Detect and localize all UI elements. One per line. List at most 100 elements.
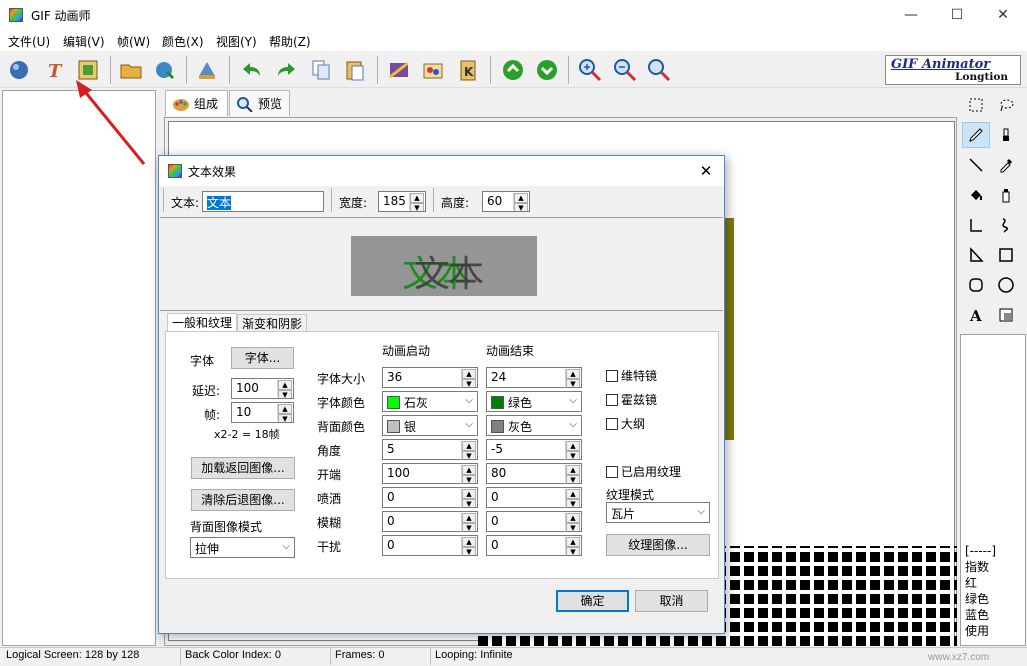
rectangle-icon[interactable] bbox=[992, 242, 1020, 268]
end-value-stepper[interactable]: 24 ▲ ▼ bbox=[486, 367, 582, 388]
curve-icon[interactable] bbox=[992, 212, 1020, 238]
menu-file[interactable]: 文件(U) bbox=[8, 33, 50, 50]
menu-color[interactable]: 颜色(X) bbox=[162, 33, 204, 50]
stamp-icon[interactable] bbox=[418, 55, 448, 85]
copy-icon[interactable] bbox=[306, 55, 336, 85]
menu-view[interactable]: 视图(Y) bbox=[216, 33, 257, 50]
outline-label: 大纲 bbox=[621, 417, 646, 431]
menu-help[interactable]: 帮助(Z) bbox=[269, 33, 311, 50]
load-icon[interactable] bbox=[150, 55, 180, 85]
chevron-down-icon: ⌵ bbox=[697, 506, 705, 517]
spray-icon[interactable] bbox=[992, 182, 1020, 208]
fill-icon[interactable] bbox=[962, 182, 990, 208]
paste-icon[interactable] bbox=[340, 55, 370, 85]
spin-buttons[interactable]: ▲ ▼ bbox=[565, 441, 580, 459]
start-value-stepper[interactable]: 0 ▲ ▼ bbox=[382, 487, 478, 508]
height-stepper[interactable]: 60 ▲ ▼ bbox=[482, 191, 530, 212]
start-value-stepper[interactable]: 36 ▲ ▼ bbox=[382, 367, 478, 388]
undo-icon[interactable] bbox=[237, 55, 267, 85]
stamp-tool-icon[interactable] bbox=[992, 302, 1020, 328]
spin-buttons[interactable]: ▲ ▼ bbox=[461, 537, 476, 555]
tab-pane: 字体 字体... 延迟: 100 ▲ ▼ 帧: 10 ▲ ▼ x2-2 = 18帧 加载… bbox=[165, 331, 719, 579]
stepper-value: 0 bbox=[387, 538, 395, 552]
polyline-icon[interactable] bbox=[962, 212, 990, 238]
arrow-down-icon[interactable] bbox=[532, 55, 562, 85]
spin-buttons[interactable]: ▲ ▼ bbox=[461, 369, 476, 387]
end-color-select[interactable]: 绿色 ⌵ bbox=[486, 391, 582, 412]
frames-stepper[interactable]: 10 ▲ ▼ bbox=[231, 402, 294, 423]
text-input[interactable]: 文本 bbox=[202, 191, 324, 212]
ok-button[interactable]: 确定 bbox=[556, 590, 629, 612]
ellipse-icon[interactable] bbox=[992, 272, 1020, 298]
polygon-icon[interactable] bbox=[962, 242, 990, 268]
end-value-stepper[interactable]: 0 ▲ ▼ bbox=[486, 487, 582, 508]
outline-checkbox[interactable]: 大纲 bbox=[606, 415, 645, 432]
tab-preview[interactable]: 预览 bbox=[229, 90, 290, 116]
clear-back-image-button[interactable]: 清除后退图像... bbox=[191, 489, 295, 511]
spin-buttons[interactable]: ▲ ▼ bbox=[565, 369, 580, 387]
texture-enabled-checkbox[interactable]: 已启用纹理 bbox=[606, 463, 681, 480]
start-value-stepper[interactable]: 0 ▲ ▼ bbox=[382, 511, 478, 532]
pen-icon[interactable] bbox=[962, 122, 990, 148]
zoom-fit-icon[interactable] bbox=[644, 55, 674, 85]
brush-icon[interactable] bbox=[992, 122, 1020, 148]
text-effect-icon[interactable]: T bbox=[39, 55, 69, 85]
spin-buttons[interactable]: ▲ ▼ bbox=[565, 465, 580, 483]
delay-stepper[interactable]: 100 ▲ ▼ bbox=[231, 378, 294, 399]
end-value-stepper[interactable]: 0 ▲ ▼ bbox=[486, 511, 582, 532]
vertical-mirror-checkbox[interactable]: 维特镜 bbox=[606, 367, 657, 384]
spin-buttons[interactable]: ▲ ▼ bbox=[461, 465, 476, 483]
dialog-title: 文本效果 bbox=[188, 165, 237, 179]
spin-buttons[interactable]: ▲ ▼ bbox=[565, 489, 580, 507]
text-tool-icon[interactable]: A bbox=[962, 302, 990, 328]
tab-general-texture[interactable]: 一般和纹理 bbox=[167, 313, 238, 333]
tab-compose[interactable]: 组成 bbox=[165, 90, 228, 116]
texture-mode-select[interactable]: 瓦片 ⌵ bbox=[606, 502, 710, 523]
width-stepper[interactable]: 185 ▲ ▼ bbox=[378, 191, 426, 212]
spin-buttons[interactable]: ▲ ▼ bbox=[565, 537, 580, 555]
menu-edit[interactable]: 编辑(V) bbox=[63, 33, 105, 50]
end-value-stepper[interactable]: 80 ▲ ▼ bbox=[486, 463, 582, 484]
end-color-select[interactable]: 灰色 ⌵ bbox=[486, 415, 582, 436]
start-color-select[interactable]: 银 ⌵ bbox=[382, 415, 478, 436]
frames-value: 10 bbox=[236, 405, 252, 419]
arrow-up-icon[interactable] bbox=[498, 55, 528, 85]
spin-buttons[interactable]: ▲ ▼ bbox=[565, 513, 580, 531]
redo-icon[interactable] bbox=[271, 55, 301, 85]
maximize-button[interactable]: ☐ bbox=[934, 0, 980, 31]
texture-image-button[interactable]: 纹理图像... bbox=[606, 534, 710, 556]
clipboard-icon[interactable]: K bbox=[453, 55, 483, 85]
end-value-stepper[interactable]: 0 ▲ ▼ bbox=[486, 535, 582, 556]
line-icon[interactable] bbox=[962, 152, 990, 178]
close-button[interactable]: ✕ bbox=[980, 0, 1026, 31]
zoom-out-icon[interactable] bbox=[610, 55, 640, 85]
frames-panel[interactable] bbox=[2, 90, 156, 646]
spin-buttons[interactable]: ▲ ▼ bbox=[461, 441, 476, 459]
wizard-icon[interactable] bbox=[192, 55, 222, 85]
menu-frame[interactable]: 帧(W) bbox=[117, 33, 150, 50]
eyedropper-icon[interactable] bbox=[992, 152, 1020, 178]
spin-buttons[interactable]: ▲ ▼ bbox=[461, 489, 476, 507]
color-name: 绿色 bbox=[508, 396, 533, 410]
zoom-in-icon[interactable] bbox=[575, 55, 605, 85]
cancel-button[interactable]: 取消 bbox=[635, 590, 708, 612]
rounded-rect-icon[interactable] bbox=[962, 272, 990, 298]
stepper-value: 0 bbox=[387, 514, 395, 528]
start-value-stepper[interactable]: 5 ▲ ▼ bbox=[382, 439, 478, 460]
start-color-select[interactable]: 石灰 ⌵ bbox=[382, 391, 478, 412]
frame-effect-icon[interactable] bbox=[384, 55, 414, 85]
start-value-stepper[interactable]: 0 ▲ ▼ bbox=[382, 535, 478, 556]
horizontal-mirror-checkbox[interactable]: 霍兹镜 bbox=[606, 391, 657, 408]
dialog-close-icon[interactable]: ✕ bbox=[694, 159, 718, 183]
minimize-button[interactable]: — bbox=[888, 0, 934, 31]
end-value-stepper[interactable]: -5 ▲ ▼ bbox=[486, 439, 582, 460]
load-back-image-button[interactable]: 加载返回图像... bbox=[191, 457, 295, 479]
globe-icon[interactable] bbox=[4, 55, 34, 85]
start-value-stepper[interactable]: 100 ▲ ▼ bbox=[382, 463, 478, 484]
color-swatch bbox=[387, 396, 400, 409]
back-mode-select[interactable]: 拉伸 ⌵ bbox=[190, 537, 295, 558]
font-button[interactable]: 字体... bbox=[231, 347, 294, 369]
spin-buttons[interactable]: ▲ ▼ bbox=[461, 513, 476, 531]
rect-select-icon[interactable] bbox=[962, 92, 990, 118]
lasso-icon[interactable] bbox=[992, 92, 1020, 118]
